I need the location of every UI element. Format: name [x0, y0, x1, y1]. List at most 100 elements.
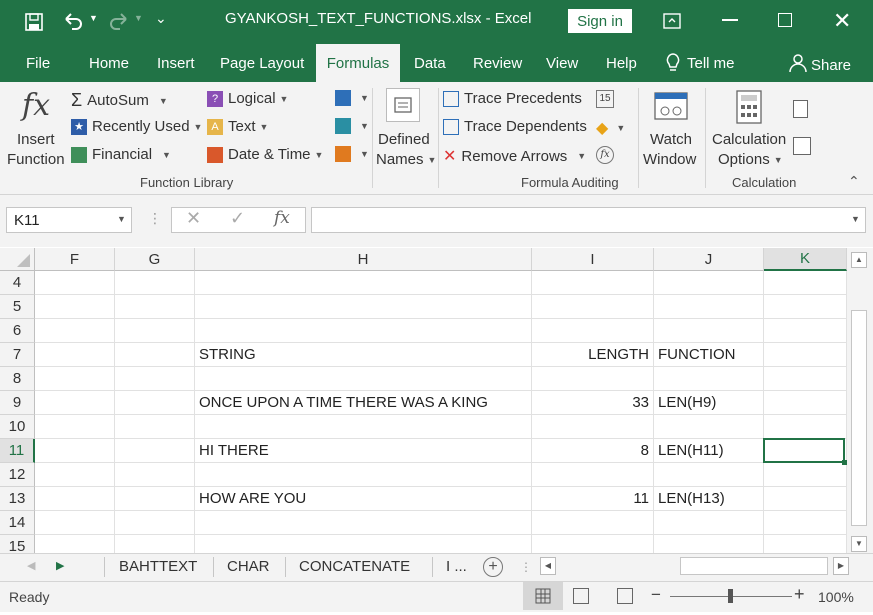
vertical-scroll-thumb[interactable] — [851, 310, 867, 526]
cell-h5[interactable] — [195, 295, 532, 319]
cell-g7[interactable] — [115, 343, 195, 367]
share-button[interactable]: Share — [811, 46, 851, 84]
evaluate-formula-icon[interactable]: fx — [596, 146, 614, 164]
cell-g5[interactable] — [115, 295, 195, 319]
error-checking-button[interactable]: ◆ ▼ — [596, 118, 625, 138]
cell-i11[interactable]: 8 — [532, 439, 654, 463]
horizontal-scroll-thumb[interactable] — [680, 557, 828, 575]
cell-j14[interactable] — [654, 511, 764, 535]
cell-j12[interactable] — [654, 463, 764, 487]
cell-f6[interactable] — [35, 319, 115, 343]
watch-window-label-2[interactable]: Window — [643, 151, 696, 168]
column-header-j[interactable]: J — [654, 248, 764, 271]
column-header-i[interactable]: I — [532, 248, 654, 271]
column-header-h[interactable]: H — [195, 248, 532, 271]
remove-arrows-button[interactable]: ✕ Remove Arrows ▼ — [443, 146, 586, 166]
confirm-entry-icon[interactable]: ✓ — [230, 208, 245, 229]
select-all-corner[interactable] — [0, 248, 35, 271]
column-header-g[interactable]: G — [115, 248, 195, 271]
cell-h12[interactable] — [195, 463, 532, 487]
ribbon-display-options-icon[interactable] — [662, 11, 682, 36]
cell-g14[interactable] — [115, 511, 195, 535]
cell-h10[interactable] — [195, 415, 532, 439]
name-box[interactable]: K11 — [6, 207, 132, 233]
cell-h8[interactable] — [195, 367, 532, 391]
cell-j9[interactable]: LEN(H9) — [654, 391, 764, 415]
cell-f5[interactable] — [35, 295, 115, 319]
minimize-icon[interactable] — [722, 19, 738, 21]
show-formulas-icon[interactable]: 15 — [596, 90, 614, 108]
cell-i9[interactable]: 33 — [532, 391, 654, 415]
recently-used-button[interactable]: ★ Recently Used ▼ — [71, 118, 202, 135]
row-header-7[interactable]: 7 — [0, 343, 35, 367]
cell-g11[interactable] — [115, 439, 195, 463]
sheet-tab-bahttext[interactable]: BAHTTEXT — [119, 553, 197, 579]
cell-k14[interactable] — [764, 511, 847, 535]
name-manager-icon[interactable] — [386, 88, 420, 122]
close-icon[interactable]: ✕ — [833, 8, 851, 34]
row-header-14[interactable]: 14 — [0, 511, 35, 535]
row-header-5[interactable]: 5 — [0, 295, 35, 319]
add-sheet-icon[interactable]: + — [483, 557, 503, 577]
tab-page-layout[interactable]: Page Layout — [220, 44, 304, 82]
row-header-8[interactable]: 8 — [0, 367, 35, 391]
calculate-now-icon[interactable] — [793, 100, 808, 118]
redo-dropdown-icon[interactable]: ▼ — [134, 13, 143, 23]
insert-function-icon[interactable]: fx — [22, 88, 50, 123]
cell-i14[interactable] — [532, 511, 654, 535]
cell-f11[interactable] — [35, 439, 115, 463]
cell-j7[interactable]: FUNCTION — [654, 343, 764, 367]
cell-h7[interactable]: STRING — [195, 343, 532, 367]
row-header-4[interactable]: 4 — [0, 271, 35, 295]
row-header-9[interactable]: 9 — [0, 391, 35, 415]
autosum-button[interactable]: Σ AutoSum ▼ — [71, 90, 168, 111]
cell-g6[interactable] — [115, 319, 195, 343]
cell-g15[interactable] — [115, 535, 195, 553]
calculation-options-button[interactable]: Options ▼ — [718, 151, 783, 168]
cell-k6[interactable] — [764, 319, 847, 343]
column-header-k[interactable]: K — [764, 248, 847, 271]
zoom-slider-thumb[interactable] — [728, 589, 733, 603]
redo-icon[interactable] — [108, 11, 130, 36]
cell-i12[interactable] — [532, 463, 654, 487]
cell-j15[interactable] — [654, 535, 764, 553]
logical-button[interactable]: ? Logical ▼ — [207, 90, 288, 107]
expand-formula-bar-icon[interactable]: ▼ — [851, 214, 860, 224]
column-header-f[interactable]: F — [35, 248, 115, 271]
normal-view-button[interactable] — [523, 582, 563, 610]
page-layout-view-icon[interactable] — [573, 588, 589, 604]
zoom-out-icon[interactable]: − — [651, 585, 661, 605]
cell-f7[interactable] — [35, 343, 115, 367]
tab-review[interactable]: Review — [473, 44, 522, 82]
worksheet-grid[interactable]: F G H I J K 4 5 6 7 STRING LENGTH FUNCTION 8 9 ON… — [0, 248, 847, 553]
cell-g8[interactable] — [115, 367, 195, 391]
tell-me-search[interactable]: Tell me — [687, 44, 735, 82]
tab-help[interactable]: Help — [606, 44, 637, 82]
cell-h15[interactable] — [195, 535, 532, 553]
cell-g12[interactable] — [115, 463, 195, 487]
insert-function-label-2[interactable]: Function — [7, 151, 65, 168]
active-cell-selection[interactable] — [763, 438, 845, 463]
calculate-sheet-icon[interactable] — [793, 137, 811, 155]
cell-f9[interactable] — [35, 391, 115, 415]
cell-f12[interactable] — [35, 463, 115, 487]
cell-f13[interactable] — [35, 487, 115, 511]
row-header-12[interactable]: 12 — [0, 463, 35, 487]
math-trig-button[interactable]: ▼ — [335, 118, 369, 134]
cell-j4[interactable] — [654, 271, 764, 295]
cell-f8[interactable] — [35, 367, 115, 391]
cell-h4[interactable] — [195, 271, 532, 295]
scroll-left-icon[interactable]: ◀ — [540, 557, 556, 575]
cell-h13[interactable]: HOW ARE YOU — [195, 487, 532, 511]
cell-g10[interactable] — [115, 415, 195, 439]
scroll-down-icon[interactable]: ▼ — [851, 536, 867, 552]
cell-j11[interactable]: LEN(H11) — [654, 439, 764, 463]
cell-j6[interactable] — [654, 319, 764, 343]
sheet-tab-concatenate[interactable]: CONCATENATE — [299, 553, 410, 579]
page-break-preview-icon[interactable] — [617, 588, 633, 604]
scroll-right-icon[interactable]: ▶ — [833, 557, 849, 575]
cell-i15[interactable] — [532, 535, 654, 553]
cell-h6[interactable] — [195, 319, 532, 343]
text-button[interactable]: A Text ▼ — [207, 118, 268, 135]
name-box-dropdown-icon[interactable]: ▼ — [117, 214, 126, 224]
